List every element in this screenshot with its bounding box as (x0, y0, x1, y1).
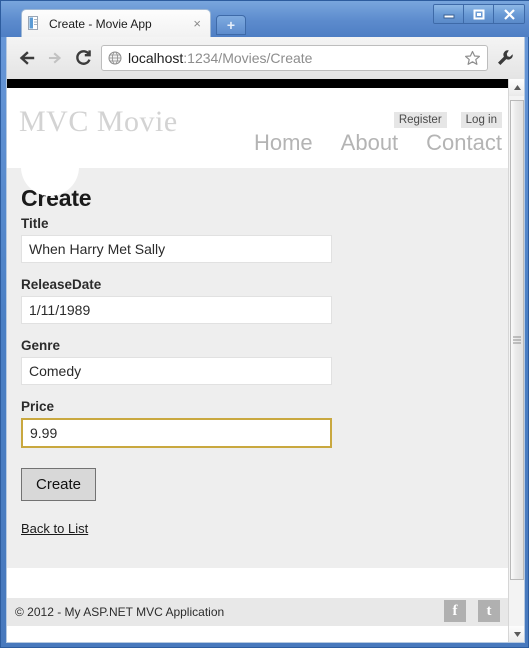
reload-button[interactable] (69, 44, 97, 72)
nav-link-about[interactable]: About (341, 130, 399, 156)
copyright-text: © 2012 - My ASP.NET MVC Application (15, 605, 225, 619)
forward-arrow-icon (48, 52, 62, 64)
page-viewport: MVC Movie Register Log in Home About Con… (6, 79, 525, 643)
register-link[interactable]: Register (393, 112, 447, 128)
main-navigation: Home About Contact (254, 130, 502, 156)
facebook-icon[interactable]: f (444, 600, 466, 622)
login-link[interactable]: Log in (460, 112, 502, 128)
page-document-icon (28, 16, 38, 30)
label-releasedate: ReleaseDate (21, 277, 102, 292)
tab-close-icon[interactable]: × (190, 17, 204, 30)
bookmark-star-icon[interactable] (462, 50, 483, 66)
back-arrow-icon (19, 51, 35, 65)
social-links: f t (444, 600, 500, 622)
label-genre: Genre (21, 338, 61, 353)
minimize-button[interactable] (434, 5, 464, 23)
window-controls (433, 4, 525, 24)
maximize-button[interactable] (464, 5, 494, 23)
new-tab-label: + (226, 17, 236, 33)
input-genre[interactable] (21, 357, 332, 385)
scroll-down-button[interactable] (509, 626, 524, 642)
forward-button[interactable] (41, 44, 69, 72)
input-title[interactable] (21, 235, 332, 263)
tab-title: Create - Movie App (49, 16, 152, 31)
minimize-icon (443, 14, 454, 19)
label-price: Price (21, 399, 55, 414)
scroll-up-arrow-icon (513, 85, 521, 90)
new-tab-button[interactable]: + (216, 15, 246, 35)
url-path: :1234/Movies/Create (183, 50, 313, 66)
browser-window: Create - Movie App × + localhost:1234/Mo… (0, 0, 529, 648)
browser-tab[interactable]: Create - Movie App × (21, 9, 211, 37)
reload-icon (75, 50, 91, 65)
site-brand[interactable]: MVC Movie (19, 105, 178, 139)
scrollbar-track[interactable] (509, 96, 524, 626)
site-header: MVC Movie Register Log in Home About Con… (7, 88, 510, 168)
title-bar: Create - Movie App × + (1, 1, 529, 37)
label-title: Title (21, 216, 49, 231)
page-body: Create Title ReleaseDate Genre Price Cre… (7, 168, 510, 568)
close-icon (503, 8, 515, 20)
auth-links: Register Log in (393, 112, 502, 128)
nav-link-contact[interactable]: Contact (426, 130, 502, 156)
web-page: MVC Movie Register Log in Home About Con… (7, 79, 510, 642)
browser-menu-button[interactable] (492, 44, 518, 72)
page-title: Create (21, 185, 92, 211)
url-host: localhost (128, 50, 184, 66)
create-submit-button[interactable]: Create (21, 468, 97, 501)
input-releasedate[interactable] (21, 296, 332, 324)
address-bar[interactable]: localhost:1234/Movies/Create (101, 45, 488, 71)
site-footer: © 2012 - My ASP.NET MVC Application f t (7, 598, 510, 626)
back-to-list-link[interactable]: Back to List (21, 521, 88, 536)
back-button[interactable] (13, 44, 41, 72)
page-scrollbar[interactable] (508, 79, 524, 642)
globe-icon (108, 51, 122, 65)
footer-spacer (7, 568, 510, 598)
browser-toolbar: localhost:1234/Movies/Create (6, 37, 525, 79)
scrollbar-thumb[interactable] (510, 100, 524, 580)
close-button[interactable] (494, 5, 524, 23)
input-price[interactable] (21, 418, 332, 448)
wrench-icon (498, 50, 513, 65)
scroll-up-button[interactable] (509, 79, 524, 96)
address-bar-url: localhost:1234/Movies/Create (128, 50, 462, 66)
maximize-icon (473, 9, 484, 19)
scroll-down-arrow-icon (513, 632, 521, 637)
nav-link-home[interactable]: Home (254, 130, 313, 156)
twitter-icon[interactable]: t (478, 600, 500, 622)
site-top-strip (7, 79, 510, 88)
scrollbar-grip-icon (513, 336, 521, 344)
